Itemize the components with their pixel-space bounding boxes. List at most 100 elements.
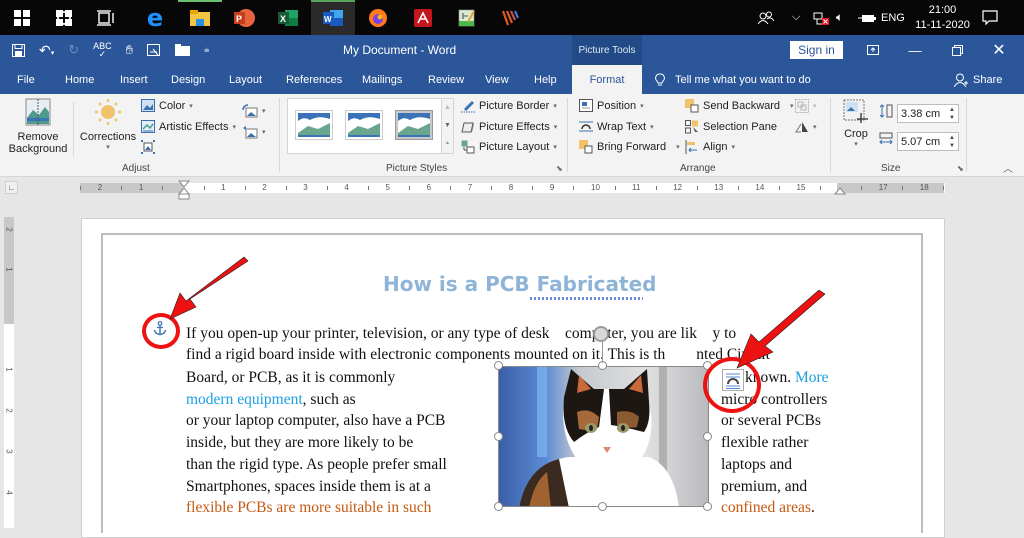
ribbon-display-options-button[interactable] (855, 35, 891, 65)
rotate-button[interactable]: ▾ (795, 120, 817, 133)
tab-insert[interactable]: Insert (120, 65, 148, 94)
bring-forward-button[interactable]: Bring Forward ▾ (579, 140, 680, 154)
left_column-line[interactable]: flexible PCBs are more suitable in such (186, 499, 431, 517)
taskbar-file-explorer[interactable] (178, 0, 222, 35)
taskbar-editor[interactable] (445, 0, 489, 35)
left_column-line[interactable]: Smartphones, spaces inside them is at a (186, 478, 431, 496)
picture-effects-button[interactable]: Picture Effects ▾ (461, 120, 557, 133)
artistic-effects-button[interactable]: Artistic Effects ▾ (141, 120, 236, 133)
undo-icon[interactable]: ↶▾ (39, 42, 54, 59)
picture-layout-button[interactable]: Picture Layout ▾ (461, 140, 557, 154)
open-folder-icon[interactable] (175, 44, 191, 56)
resize-handle-bottom-right[interactable] (703, 502, 712, 511)
shape-height-input[interactable]: 3.38 cm ▲ ▼ (897, 104, 959, 123)
taskbar-excel[interactable]: X (266, 0, 310, 35)
sign-in-button[interactable]: Sign in (790, 41, 843, 59)
tab-view[interactable]: View (485, 65, 509, 94)
tab-file[interactable]: File (17, 65, 35, 94)
width-spinner[interactable]: ▲ ▼ (949, 134, 955, 150)
resize-handle-bottom-left[interactable] (494, 502, 503, 511)
tab-selector[interactable]: ∟ (5, 181, 18, 194)
restore-button[interactable] (939, 35, 975, 65)
remove-background-button[interactable]: Remove Background (6, 98, 70, 160)
taskbar-start[interactable] (0, 0, 44, 35)
compress-pictures-button[interactable] (141, 140, 155, 154)
resize-handle-top-left[interactable] (494, 361, 503, 370)
reset-picture-button[interactable]: ▾ (242, 125, 266, 139)
color-button[interactable]: Color ▾ (141, 99, 193, 112)
picture-style-2[interactable] (345, 110, 383, 140)
taskbar-acrobat[interactable] (401, 0, 445, 35)
language-indicator[interactable]: ENG (881, 0, 905, 35)
position-button[interactable]: Position ▾ (579, 99, 644, 112)
tab-design[interactable]: Design (171, 65, 205, 94)
tab-home[interactable]: Home (65, 65, 94, 94)
selected-picture-cat[interactable] (498, 366, 709, 507)
clock[interactable]: 21:00 11-11-2020 (915, 0, 970, 35)
taskbar-word[interactable]: W (311, 0, 355, 35)
left_column-line[interactable]: or your laptop computer, also have a PCB (186, 412, 445, 430)
gallery-more-icon[interactable]: ⩡ (446, 140, 450, 148)
crop-button[interactable]: Crop ▾ (841, 99, 871, 159)
action-center-icon[interactable] (982, 0, 998, 35)
spelling-check-icon[interactable]: ABC ✓ (93, 42, 112, 59)
redo-icon[interactable]: ↻ (68, 42, 79, 58)
corrections-button[interactable]: Corrections ▾ (77, 98, 139, 160)
right-indent-marker[interactable] (834, 186, 846, 195)
selection-pane-button[interactable]: Selection Pane (685, 120, 777, 134)
gallery-up-icon[interactable]: ▲ (444, 104, 451, 111)
align-button[interactable]: Align ▾ (685, 140, 735, 154)
send-backward-button[interactable]: Send Backward ▾ (685, 99, 794, 113)
height-spinner[interactable]: ▲ ▼ (949, 106, 955, 122)
resize-handle-left[interactable] (494, 432, 503, 441)
show-hidden-icons-chevron[interactable]: ⌵ (792, 0, 800, 35)
right_column-line[interactable]: or several PCBs (721, 412, 821, 430)
left_column-line[interactable]: than the rigid type. As people prefer sm… (186, 456, 447, 474)
size-launcher-icon[interactable]: ⬊ (957, 164, 964, 173)
tab-review[interactable]: Review (428, 65, 464, 94)
people-icon[interactable] (758, 0, 774, 35)
wrap-text-button[interactable]: Wrap Text ▾ (579, 120, 654, 133)
taskbar-search[interactable] (42, 0, 86, 35)
rotation-handle[interactable] (593, 326, 609, 342)
share-button[interactable]: Share (954, 65, 1002, 94)
document-heading[interactable]: How is a PCB Fabricated (383, 272, 656, 296)
change-picture-button[interactable]: ▾ (242, 104, 266, 118)
close-button[interactable]: ✕ (981, 35, 1017, 65)
print-preview-icon[interactable] (147, 43, 161, 57)
shape-width-input[interactable]: 5.07 cm ▲ ▼ (897, 132, 959, 151)
collapse-ribbon-icon[interactable]: ︿ (1003, 160, 1013, 175)
tab-mailings[interactable]: Mailings (362, 65, 402, 94)
customize-qat-icon[interactable]: ⩧ (204, 45, 209, 56)
taskbar-powerpoint[interactable]: P (222, 0, 266, 35)
tab-layout[interactable]: Layout (229, 65, 262, 94)
volume-icon[interactable]: 🔈︎ (836, 0, 843, 35)
tab-references[interactable]: References (286, 65, 342, 94)
gallery-down-icon[interactable]: ▼ (444, 122, 451, 129)
tab-format[interactable]: Format (572, 65, 642, 94)
taskbar-app-stripes[interactable] (489, 0, 533, 35)
lines-line[interactable]: find a rigid board inside with electroni… (186, 346, 770, 364)
resize-handle-right[interactable] (703, 432, 712, 441)
picture-style-3[interactable] (395, 110, 433, 140)
network-disconnected-icon[interactable] (813, 0, 829, 35)
indent-marker[interactable] (178, 180, 190, 200)
right_column-line[interactable]: premium, and (721, 478, 807, 496)
right_column-line[interactable]: confined areas. (721, 499, 815, 517)
minimize-button[interactable]: — (897, 35, 933, 65)
taskbar-task-view[interactable] (84, 0, 128, 35)
left_column-line[interactable]: Board, or PCB, as it is commonly (186, 369, 395, 387)
picture-border-button[interactable]: Picture Border ▾ (461, 99, 557, 113)
right_column-line[interactable]: flexible rather (721, 434, 808, 452)
resize-handle-bottom[interactable] (598, 502, 607, 511)
tab-help[interactable]: Help (534, 65, 557, 94)
lines-line[interactable]: If you open-up your printer, television,… (186, 325, 736, 343)
save-icon[interactable] (12, 43, 25, 57)
left_column-line[interactable]: inside, but they are more likely to be (186, 434, 413, 452)
taskbar-edge[interactable]: e (133, 0, 177, 35)
battery-icon[interactable] (858, 0, 876, 35)
tell-me-search[interactable]: Tell me what you want to do (655, 65, 811, 94)
horizontal-ruler[interactable]: 2 1 1 2 3 4 5 6 7 8 9 10 11 12 13 14 15 17 18 (80, 183, 945, 193)
taskbar-firefox[interactable] (356, 0, 400, 35)
right_column-line[interactable]: laptops and (721, 456, 792, 474)
